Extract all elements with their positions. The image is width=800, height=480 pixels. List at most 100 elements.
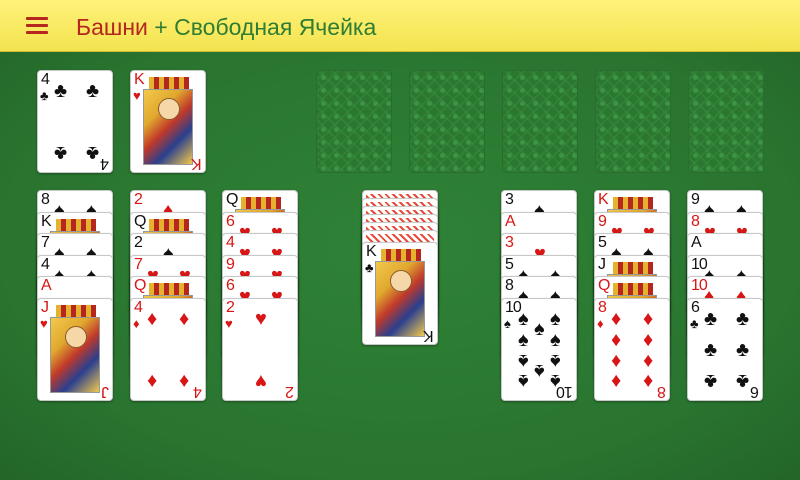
free-cell-card[interactable]: K ♥ K: [130, 70, 206, 173]
face-crown-icon: [56, 218, 96, 231]
card-rank: 8: [41, 191, 50, 208]
face-crown-icon: [149, 218, 189, 231]
card-rank: 6: [226, 277, 235, 294]
card-suit-icon: ♥: [40, 315, 48, 331]
card-rank: 2: [134, 191, 143, 208]
card-suit-icon: ♣: [365, 260, 374, 275]
face-crown-icon: [613, 261, 653, 274]
card-rank: 2: [134, 234, 143, 251]
card-rank: K: [598, 191, 609, 208]
pip-icon: ♣: [736, 307, 750, 330]
pip-icon: ♣: [86, 142, 100, 164]
face-crown-icon: [56, 304, 96, 317]
card-rank: Q: [598, 277, 610, 294]
card-rank: J: [598, 255, 606, 273]
card-rank: 4: [41, 255, 50, 273]
pip-icon: ♣: [704, 338, 718, 361]
free-cell-card[interactable]: 4 ♣ ♣ ♣ ♣ ♣ 4: [37, 70, 113, 173]
foundation-slot[interactable]: [595, 70, 671, 173]
tableau-card[interactable]: 4 ♦ ♦ ♦ ♦ ♦ 4: [130, 297, 206, 401]
card-rank: 5: [505, 255, 514, 273]
title-game-name: Башни: [76, 14, 148, 40]
pip-icon: ♠: [518, 369, 529, 392]
card-rank: 9: [598, 212, 607, 230]
card-rank: 6: [691, 298, 700, 316]
card-rank: 5: [598, 234, 607, 251]
tableau-card[interactable]: J ♥ J: [37, 297, 113, 401]
card-rank: J: [41, 298, 49, 316]
face-crown-icon: [613, 197, 653, 209]
game-title: Башни + Свободная Ячейка: [76, 13, 376, 41]
card-rank-bottom: K: [192, 155, 202, 172]
tableau-card[interactable]: 6 ♣ ♣ ♣ ♣ ♣ ♣ ♣ 6: [687, 297, 763, 401]
card-rank-bottom: 8: [658, 382, 666, 400]
card-rank: K: [366, 243, 377, 260]
face-card-portrait: [375, 261, 425, 337]
pip-icon: ♦: [179, 307, 190, 330]
pip-icon: ♥: [255, 307, 267, 330]
face-crown-icon: [149, 77, 189, 89]
pip-icon: ♦: [611, 307, 622, 330]
foundation-slot[interactable]: [316, 70, 392, 173]
card-rank: Q: [134, 212, 146, 230]
foundation-slot[interactable]: [688, 70, 764, 173]
card-rank: 6: [226, 212, 235, 230]
card-rank: 7: [41, 234, 50, 251]
card-pips: ♦ ♦ ♦ ♦ ♦ ♦ ♦ ♦: [607, 307, 659, 393]
hamburger-menu-icon[interactable]: [26, 17, 48, 35]
face-crown-icon: [613, 283, 653, 295]
pip-icon: ♦: [643, 349, 654, 372]
card-rank: K: [41, 212, 52, 230]
card-rank-bottom: 4: [101, 155, 109, 172]
card-rank: 8: [598, 298, 607, 316]
pip-icon: ♦: [611, 369, 622, 392]
pip-icon: ♦: [643, 307, 654, 330]
pip-icon: ♦: [643, 369, 654, 392]
foundation-slot[interactable]: [409, 70, 485, 173]
card-suit-icon: ♣: [690, 315, 699, 331]
card-suit-icon: ♦: [133, 315, 140, 331]
card-suit-icon: ♠: [504, 315, 511, 331]
game-table: 4♣♣♣♣♣4K♥KK♣K8♠♠♠♠♠♠♠♠♠8K♠K7♠♠♠♠♠♠♠♠74♠♠…: [0, 52, 800, 480]
tableau-card[interactable]: 10♠♠♠♠♠♠♠♠♠♠♠10: [501, 297, 577, 401]
card-rank-bottom: 4: [194, 382, 202, 400]
card-pips: ♦ ♦ ♦ ♦: [143, 307, 195, 393]
tableau-card[interactable]: 2 ♥ ♥ ♥ 2: [222, 297, 298, 401]
card-rank: K: [134, 71, 145, 88]
title-variant: Свободная Ячейка: [174, 14, 377, 40]
card-rank: 3: [505, 191, 514, 208]
card-rank: 8: [505, 277, 514, 294]
pip-icon: ♣: [704, 307, 718, 330]
pip-icon: ♦: [611, 328, 622, 351]
pip-icon: ♣: [704, 369, 718, 392]
pip-icon: ♠: [534, 359, 545, 382]
card-pips: ♣ ♣ ♣ ♣ ♣ ♣: [700, 307, 752, 393]
card-rank-bottom: K: [424, 327, 434, 344]
pip-icon: ♠: [518, 307, 529, 330]
tableau-card[interactable]: 8 ♦ ♦ ♦ ♦ ♦ ♦ ♦ ♦ ♦ 8: [594, 297, 670, 401]
card-rank: 4: [134, 298, 143, 316]
pip-icon: ♣: [54, 80, 68, 102]
stock-top-card[interactable]: K ♣ K: [362, 242, 438, 345]
face-card-portrait: [50, 316, 100, 393]
card-suit-icon: ♥: [225, 315, 233, 331]
card-rank: Q: [226, 191, 238, 208]
card-suit-icon: ♥: [133, 88, 141, 103]
card-rank: 4: [226, 234, 235, 251]
pip-icon: ♦: [643, 328, 654, 351]
card-rank-bottom: 2: [286, 382, 294, 400]
pip-icon: ♦: [147, 307, 158, 330]
card-rank: 8: [691, 212, 700, 230]
pip-icon: ♠: [550, 328, 561, 351]
card-rank: 2: [226, 298, 235, 316]
pip-icon: ♣: [54, 142, 68, 164]
pip-icon: ♦: [611, 349, 622, 372]
card-rank: Q: [134, 277, 146, 294]
card-suit-icon: ♣: [40, 88, 49, 103]
pip-icon: ♣: [736, 338, 750, 361]
card-rank: 3: [505, 234, 514, 251]
card-suit-icon: ♦: [597, 315, 604, 331]
pip-icon: ♣: [736, 369, 750, 392]
foundation-slot[interactable]: [502, 70, 578, 173]
title-separator: +: [154, 14, 168, 40]
